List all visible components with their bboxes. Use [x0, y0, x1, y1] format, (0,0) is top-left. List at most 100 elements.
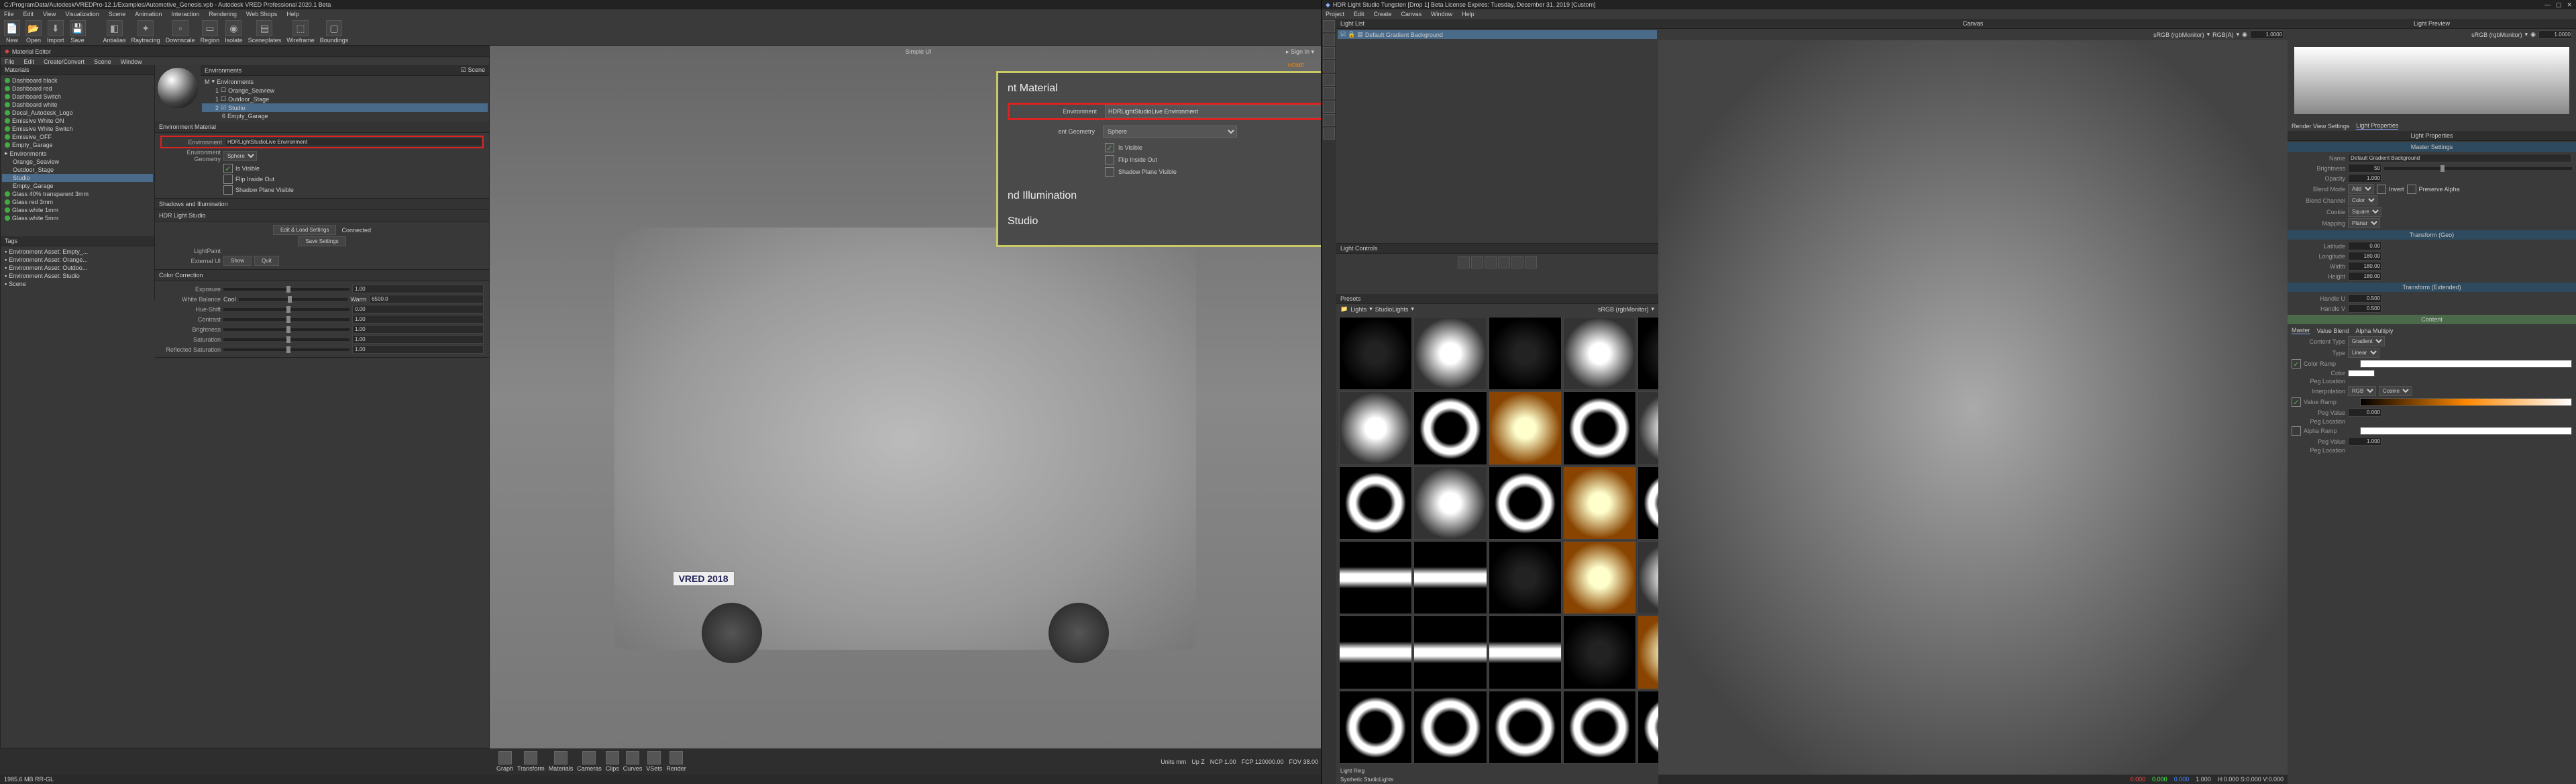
blend-channel-select[interactable]: Color	[2348, 195, 2377, 205]
brightness-input[interactable]	[2348, 164, 2381, 173]
tag-studio[interactable]: ▪Environment Asset: Studio	[2, 272, 153, 280]
peg-value-input[interactable]	[2348, 408, 2381, 417]
shadow-plane-check[interactable]	[223, 185, 233, 195]
preset-item[interactable]	[1638, 467, 1658, 540]
alpha-multiply-tab[interactable]: Alpha Multiply	[2355, 328, 2393, 334]
preset-item[interactable]	[1638, 317, 1658, 390]
canvas-srgb[interactable]: sRGB (rgbMonitor)	[2153, 32, 2204, 38]
render-view-tab[interactable]: Render View Settings	[2292, 123, 2349, 130]
preset-item[interactable]	[1489, 467, 1562, 540]
preset-item[interactable]	[1489, 616, 1562, 689]
value-ramp-bar[interactable]	[2360, 398, 2572, 406]
mat-emissive-switch[interactable]: Emissive White Switch	[2, 125, 153, 133]
width-input[interactable]	[2348, 262, 2381, 271]
minimize-icon[interactable]: —	[2544, 1, 2551, 9]
menu-help[interactable]: Help	[286, 11, 299, 17]
tool-save[interactable]: 💾Save	[70, 20, 86, 44]
flip-check[interactable]	[223, 175, 233, 184]
content-type-select[interactable]: Gradient	[2348, 336, 2385, 346]
preset-item[interactable]	[1339, 541, 1412, 614]
peg-value-input2[interactable]	[2348, 437, 2381, 446]
preset-item[interactable]	[1339, 391, 1412, 464]
lc-2[interactable]	[1471, 256, 1483, 268]
bottom-vsets[interactable]: VSets	[646, 751, 662, 772]
tool-antialias[interactable]: ◧Antialias	[103, 20, 126, 44]
mat-dashboard-switch[interactable]: Dashboard Switch	[2, 93, 153, 101]
tags-label[interactable]: Tags	[5, 238, 17, 244]
canvas-view[interactable]	[1658, 40, 2288, 775]
preset-item[interactable]	[1413, 541, 1487, 614]
color-ramp-check[interactable]	[2292, 359, 2301, 369]
presets-grid[interactable]	[1336, 314, 1658, 767]
simple-ui-link[interactable]: Simple UI	[906, 48, 932, 55]
hue-slider[interactable]	[223, 308, 350, 311]
preset-item[interactable]	[1413, 391, 1487, 464]
preset-item[interactable]	[1563, 467, 1636, 540]
is-visible-check[interactable]	[223, 164, 233, 173]
menu-file[interactable]: File	[4, 11, 14, 17]
tool-downscale[interactable]: ▫Downscale	[166, 20, 195, 44]
brightness-value[interactable]	[352, 325, 484, 334]
preset-item[interactable]	[1638, 616, 1658, 689]
light-list-tree[interactable]: ☑🔒▤Default Gradient Background	[1336, 29, 1658, 244]
bottom-render[interactable]: Render	[666, 751, 686, 772]
type-select[interactable]: Linear	[2348, 348, 2379, 358]
value-blend-tab[interactable]: Value Blend	[2317, 328, 2349, 334]
hdr-menu-help[interactable]: Help	[1462, 11, 1474, 17]
canvas-exposure[interactable]	[2250, 30, 2284, 39]
preset-item[interactable]	[1489, 317, 1562, 390]
bottom-curves[interactable]: Curves	[623, 751, 643, 772]
bottom-transform[interactable]: Transform	[517, 751, 545, 772]
interp-rgb-select[interactable]: RGB	[2348, 386, 2376, 396]
preset-item[interactable]	[1413, 317, 1487, 390]
mat-empty-garage2[interactable]: Empty_Garage	[2, 182, 153, 190]
brightness-slider[interactable]	[2384, 167, 2572, 170]
tool-6[interactable]	[1323, 87, 1335, 99]
me-menu-file[interactable]: File	[5, 58, 15, 64]
mapping-select[interactable]: Planar	[2348, 218, 2380, 228]
canvas-rgba[interactable]: RGB(A)	[2212, 32, 2234, 38]
mat-glass-w5[interactable]: Glass white 5mm	[2, 214, 153, 222]
env-tab[interactable]: Environments	[205, 67, 241, 74]
mat-emissive-off[interactable]: Emissive_OFF	[2, 133, 153, 141]
alpha-ramp-check[interactable]	[2292, 426, 2301, 436]
preset-item[interactable]	[1489, 391, 1562, 464]
hdr-menu-edit[interactable]: Edit	[1354, 11, 1364, 17]
preset-item[interactable]	[1638, 391, 1658, 464]
tool-8[interactable]	[1323, 114, 1335, 126]
content-header[interactable]: Content	[2288, 315, 2576, 324]
presets-lights-label[interactable]: Lights	[1350, 306, 1366, 313]
tool-7[interactable]	[1323, 101, 1335, 113]
saturation-slider[interactable]	[223, 338, 350, 341]
handle-v-input[interactable]	[2348, 304, 2381, 313]
alpha-ramp-bar[interactable]	[2360, 427, 2572, 435]
materials-tree[interactable]: Dashboard black Dashboard red Dashboard …	[1, 75, 154, 236]
env-item-environments[interactable]: M▾Environments	[202, 77, 488, 86]
height-input[interactable]	[2348, 272, 2381, 281]
save-settings-button[interactable]: Save Settings	[298, 236, 345, 246]
master-tab[interactable]: Master	[2292, 327, 2310, 334]
signin-link[interactable]: ▸ Sign In ▾	[1286, 48, 1314, 56]
transform-geo-header[interactable]: Transform (Geo)	[2288, 230, 2576, 240]
materials-tab[interactable]: Materials	[5, 66, 30, 73]
master-settings-header[interactable]: Master Settings	[2288, 142, 2576, 152]
lc-3[interactable]	[1485, 256, 1497, 268]
geom-select[interactable]: Sphere	[223, 151, 257, 161]
wb-slider[interactable]	[239, 298, 348, 301]
menu-webshops[interactable]: Web Shops	[246, 11, 277, 17]
lat-input[interactable]	[2348, 242, 2381, 250]
brightness-slider[interactable]	[223, 328, 350, 331]
tag-empty[interactable]: ▪Environment Asset: Empty_...	[2, 248, 153, 256]
contrast-slider[interactable]	[223, 318, 350, 321]
lc-5[interactable]	[1511, 256, 1523, 268]
preset-item[interactable]	[1413, 467, 1487, 540]
env-item-studio[interactable]: 2☑Studio	[202, 103, 488, 112]
hdr-menu-create[interactable]: Create	[1374, 11, 1392, 17]
viewport[interactable]: ▸ Sign In ▾ Simple UI VRED 2018 HOME Fro…	[490, 46, 1321, 748]
tag-scene[interactable]: ▪Scene	[2, 280, 153, 288]
handle-u-input[interactable]	[2348, 294, 2381, 303]
lon-input[interactable]	[2348, 252, 2381, 260]
mat-glass40[interactable]: Glass 40% transparent 3mm	[2, 190, 153, 198]
preset-item[interactable]	[1489, 541, 1562, 614]
menu-visualization[interactable]: Visualization	[65, 11, 99, 17]
